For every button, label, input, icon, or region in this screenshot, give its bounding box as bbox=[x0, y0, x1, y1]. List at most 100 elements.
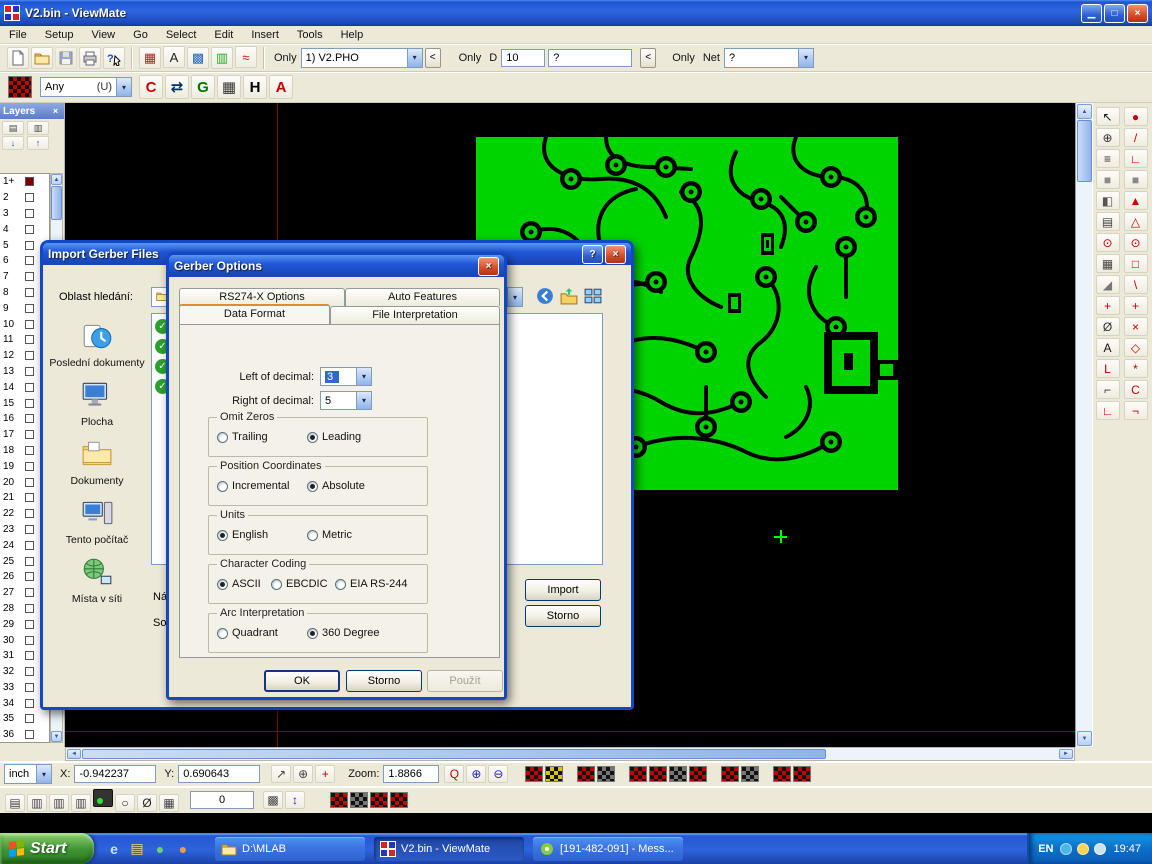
vertical-scrollbar[interactable]: ▲ ▼ bbox=[1075, 103, 1092, 747]
taskbar-task[interactable]: [191-482-091] - Mess... bbox=[533, 837, 683, 861]
line-tool-icon[interactable]: L bbox=[1096, 359, 1120, 378]
scrollbar-thumb[interactable] bbox=[82, 749, 826, 759]
radio-eia-rs-244[interactable]: EIA RS-244 bbox=[335, 578, 407, 590]
place-network-places[interactable]: Místa v síti bbox=[49, 555, 145, 605]
left-decimal-combo[interactable]: 3▾ bbox=[320, 367, 372, 386]
pattern-swatch-icon[interactable] bbox=[629, 766, 647, 782]
tile-vertical-icon[interactable]: ▥ bbox=[27, 121, 49, 135]
snap-center-icon[interactable]: ⊙ bbox=[1096, 233, 1120, 252]
dcode-colors-icon[interactable] bbox=[8, 76, 32, 98]
layer-color-swatch[interactable] bbox=[25, 241, 34, 250]
selection-filter-combo[interactable]: Any (U) ▾ bbox=[40, 77, 132, 97]
layer-color-swatch[interactable] bbox=[25, 399, 34, 408]
layer-color-swatch[interactable] bbox=[25, 225, 34, 234]
diameter-icon[interactable]: Ø bbox=[1096, 317, 1120, 336]
pattern-swatch-icon[interactable] bbox=[525, 766, 543, 782]
corner-fill-icon[interactable]: ◢ bbox=[1096, 275, 1120, 294]
menu-insert[interactable]: Insert bbox=[242, 28, 288, 42]
chevron-down-icon[interactable]: ▾ bbox=[507, 288, 522, 306]
tab-data-format[interactable]: Data Format bbox=[179, 304, 330, 324]
layers-panel-header[interactable]: Layers × bbox=[0, 103, 64, 119]
menu-go[interactable]: Go bbox=[124, 28, 157, 42]
layer-color-swatch[interactable] bbox=[25, 320, 34, 329]
browser-icon[interactable]: ● bbox=[175, 841, 191, 857]
radio-quadrant[interactable]: Quadrant bbox=[217, 627, 278, 639]
scrollbar-thumb[interactable] bbox=[1077, 120, 1092, 182]
move-layer-down-icon[interactable]: ↓ bbox=[2, 136, 24, 150]
grid-toggle-icon[interactable]: ▦ bbox=[159, 794, 179, 812]
pattern-swatch-icon[interactable] bbox=[330, 792, 348, 808]
probe-diameter-icon[interactable]: Ø bbox=[137, 794, 157, 812]
layer-color-swatch[interactable] bbox=[25, 272, 34, 281]
layer-color-swatch[interactable] bbox=[25, 636, 34, 645]
layer-combo[interactable]: 1) V2.PHO ▾ bbox=[301, 48, 423, 68]
radio-incremental[interactable]: Incremental bbox=[217, 480, 289, 492]
aperture-tool-icon[interactable]: A bbox=[269, 75, 293, 99]
radio-english[interactable]: English bbox=[217, 529, 268, 541]
chevron-down-icon[interactable]: ▾ bbox=[36, 765, 51, 783]
layer-color-swatch[interactable] bbox=[25, 651, 34, 660]
layer-color-swatch[interactable] bbox=[25, 335, 34, 344]
dialog-help-button[interactable]: ? bbox=[582, 245, 603, 264]
tile-horizontal-icon[interactable]: ▤ bbox=[2, 121, 24, 135]
new-file-icon[interactable] bbox=[7, 47, 29, 69]
scrollbar-thumb[interactable] bbox=[51, 186, 62, 220]
horizontal-scrollbar[interactable]: ◄ ► bbox=[65, 747, 1075, 761]
print-icon[interactable] bbox=[79, 47, 101, 69]
draw-pad-icon[interactable]: ● bbox=[1124, 107, 1148, 126]
film-table-icon[interactable]: ▩ bbox=[187, 47, 209, 69]
center-view-icon[interactable]: ⊕ bbox=[1096, 128, 1120, 147]
net-combo[interactable]: ? ▾ bbox=[724, 48, 814, 68]
pattern-swatch-icon[interactable] bbox=[370, 792, 388, 808]
layer-row[interactable]: 35 bbox=[0, 711, 49, 727]
menu-help[interactable]: Help bbox=[332, 28, 373, 42]
layer-color-swatch[interactable] bbox=[25, 367, 34, 376]
delete-tool-icon[interactable]: × bbox=[1124, 317, 1148, 336]
layer-color-swatch[interactable] bbox=[25, 588, 34, 597]
layer-color-swatch[interactable] bbox=[25, 351, 34, 360]
corner-tool-icon[interactable]: ∟ bbox=[1096, 401, 1120, 420]
grid-display-icon[interactable]: ▦ bbox=[1096, 254, 1120, 273]
layer-color-swatch[interactable] bbox=[25, 541, 34, 550]
pattern-swatch-icon[interactable] bbox=[689, 766, 707, 782]
layer-color-swatch[interactable] bbox=[25, 256, 34, 265]
dcode-filter-input[interactable]: ? bbox=[548, 49, 632, 67]
draw-cross-icon[interactable]: + bbox=[1124, 296, 1148, 315]
draw-line-icon[interactable]: / bbox=[1124, 128, 1148, 147]
pattern-swatch-icon[interactable] bbox=[649, 766, 667, 782]
layer-color-swatch[interactable] bbox=[25, 462, 34, 471]
half-fill-icon[interactable]: ◧ bbox=[1096, 191, 1120, 210]
ie-icon[interactable]: e bbox=[106, 841, 122, 857]
view-menu-icon[interactable] bbox=[584, 287, 602, 305]
layer-color-swatch[interactable] bbox=[25, 288, 34, 297]
layer-set-2-icon[interactable]: ▥ bbox=[49, 794, 69, 812]
layer-color-swatch[interactable] bbox=[25, 683, 34, 692]
radio-360-degree[interactable]: 360 Degree bbox=[307, 627, 380, 639]
apply-button[interactable]: Použít bbox=[427, 670, 503, 692]
swap-layers-icon[interactable]: ⇄ bbox=[165, 75, 189, 99]
clock[interactable]: 19:47 bbox=[1113, 843, 1141, 855]
scroll-down-icon[interactable]: ▼ bbox=[1077, 731, 1092, 746]
prev-layer-button[interactable]: < bbox=[425, 48, 441, 68]
draw-outline-triangle-icon[interactable]: △ bbox=[1124, 212, 1148, 231]
radio-metric[interactable]: Metric bbox=[307, 529, 352, 541]
layer-color-swatch[interactable] bbox=[25, 383, 34, 392]
group-tool-icon[interactable]: G bbox=[191, 75, 215, 99]
pattern-swatch-icon[interactable] bbox=[390, 792, 408, 808]
draw-arc-icon[interactable]: C bbox=[1124, 380, 1148, 399]
chevron-down-icon[interactable]: ▾ bbox=[407, 49, 422, 67]
film-box-icon[interactable]: ▤ bbox=[5, 794, 25, 812]
draw-rect-icon[interactable]: □ bbox=[1124, 254, 1148, 273]
draw-star-icon[interactable]: * bbox=[1124, 359, 1148, 378]
chevron-down-icon[interactable]: ▾ bbox=[356, 392, 371, 409]
pattern-swatch-icon[interactable] bbox=[773, 766, 791, 782]
radio-absolute[interactable]: Absolute bbox=[307, 480, 365, 492]
scroll-left-icon[interactable]: ◄ bbox=[67, 749, 81, 759]
place-recent-documents[interactable]: Poslední dokumenty bbox=[49, 319, 145, 369]
origin-target-icon[interactable]: ⊕ bbox=[293, 765, 313, 783]
chevron-down-icon[interactable]: ▾ bbox=[356, 368, 371, 385]
film-stack-icon[interactable]: ▤ bbox=[1096, 212, 1120, 231]
radio-ebcdic[interactable]: EBCDIC bbox=[271, 578, 328, 590]
cancel-button[interactable]: Storno bbox=[525, 605, 601, 627]
ok-button[interactable]: OK bbox=[264, 670, 340, 692]
